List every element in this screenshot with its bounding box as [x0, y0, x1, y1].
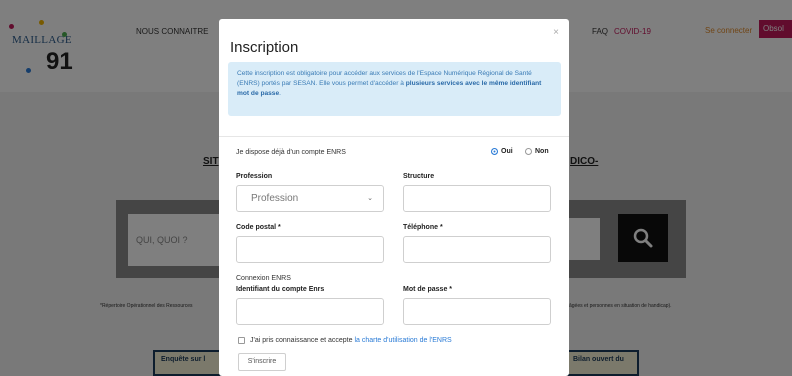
- alert-end: .: [279, 90, 281, 97]
- identifier-input[interactable]: [236, 298, 384, 325]
- radio-no[interactable]: Non: [525, 148, 549, 155]
- structure-input[interactable]: [403, 185, 551, 212]
- accept-label: J'ai pris connaissance et accepte: [250, 337, 355, 344]
- phone-input[interactable]: [403, 236, 551, 263]
- chevron-down-icon: ⌄: [367, 195, 373, 202]
- submit-button[interactable]: S'inscrire: [238, 353, 286, 371]
- accept-text: J'ai pris connaissance et accepte la cha…: [250, 337, 452, 344]
- radio-no-label: Non: [535, 148, 549, 155]
- password-label: Mot de passe *: [403, 286, 453, 293]
- radio-yes-label: Oui: [501, 148, 513, 155]
- postal-label: Code postal *: [236, 224, 281, 231]
- account-question: Je dispose déjà d'un compte ENRS: [236, 149, 346, 156]
- phone-label: Téléphone *: [403, 224, 443, 231]
- profession-label: Profession: [236, 173, 273, 180]
- inscription-modal: × Inscription Cette inscription est obli…: [219, 19, 569, 376]
- profession-select[interactable]: Profession ⌄: [236, 185, 384, 212]
- info-alert: Cette inscription est obligatoire pour a…: [228, 62, 561, 116]
- identifier-label: Identifiant du compte Enrs: [236, 286, 325, 293]
- structure-label: Structure: [403, 173, 435, 180]
- radio-no-dot[interactable]: [525, 148, 532, 155]
- connexion-label: Connexion ENRS: [236, 275, 291, 282]
- modal-title: Inscription: [230, 39, 299, 56]
- divider: [219, 136, 569, 137]
- postal-input[interactable]: [236, 236, 384, 263]
- password-input[interactable]: [403, 298, 551, 325]
- close-icon[interactable]: ×: [553, 27, 559, 38]
- radio-yes-dot[interactable]: [491, 148, 498, 155]
- accept-checkbox[interactable]: [238, 337, 245, 344]
- profession-value: Profession: [251, 193, 299, 204]
- charte-link[interactable]: la charte d'utilisation de l'ENRS: [354, 337, 451, 344]
- radio-yes[interactable]: Oui: [491, 148, 513, 155]
